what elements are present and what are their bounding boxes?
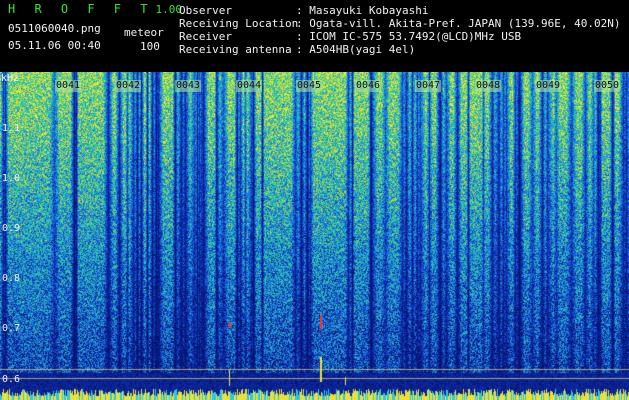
y-tick-label: 0.6 bbox=[2, 374, 21, 385]
time-label: 0045 bbox=[296, 80, 323, 92]
y-tick-label: 0.9 bbox=[2, 223, 21, 234]
y-tick-label: 1.0 bbox=[2, 173, 21, 184]
y-tick-label: 0.7 bbox=[2, 323, 21, 334]
y-tick-label: 1.1 bbox=[2, 123, 21, 134]
info-label-antenna: Receiving antenna bbox=[179, 43, 292, 56]
time-label: 0048 bbox=[475, 80, 502, 92]
time-label: 0041 bbox=[55, 80, 82, 92]
time-label: 0047 bbox=[415, 80, 442, 92]
info-label-observer: Observer bbox=[179, 4, 232, 17]
info-value-antenna: : A504HB(yagi 4el) bbox=[296, 43, 416, 56]
info-value-observer: : Masayuki Kobayashi bbox=[296, 4, 429, 17]
time-label: 0050 bbox=[594, 80, 621, 92]
time-label: 0044 bbox=[236, 80, 263, 92]
app-name: H R O F F T 1.00 bbox=[8, 2, 182, 17]
spectrogram-area bbox=[0, 72, 629, 400]
spectrogram-canvas bbox=[0, 72, 629, 400]
app-version: 1.00 bbox=[155, 3, 182, 16]
time-label: 0049 bbox=[535, 80, 562, 92]
filename-label: 0511060040.png bbox=[8, 22, 101, 35]
time-label: 0046 bbox=[355, 80, 382, 92]
datetime-label: 05.11.06 00:40 bbox=[8, 39, 101, 52]
info-label-receiver: Receiver bbox=[179, 30, 232, 43]
count-label: 100 bbox=[140, 40, 160, 53]
info-value-receiver: : ICOM IC-575 53.7492(@LCD)MHz USB bbox=[296, 30, 522, 43]
y-tick-label: 0.8 bbox=[2, 273, 21, 284]
time-label: 0042 bbox=[115, 80, 142, 92]
info-value-location: : Ogata-vill. Akita-Pref. JAPAN (139.96E… bbox=[296, 17, 621, 30]
mode-label: meteor bbox=[124, 26, 164, 39]
info-label-location: Receiving Location bbox=[179, 17, 299, 30]
header-panel: H R O F F T 1.00 0511060040.png 05.11.06 … bbox=[0, 0, 629, 72]
time-label: 0043 bbox=[175, 80, 202, 92]
y-axis-unit: kHz bbox=[1, 73, 20, 84]
